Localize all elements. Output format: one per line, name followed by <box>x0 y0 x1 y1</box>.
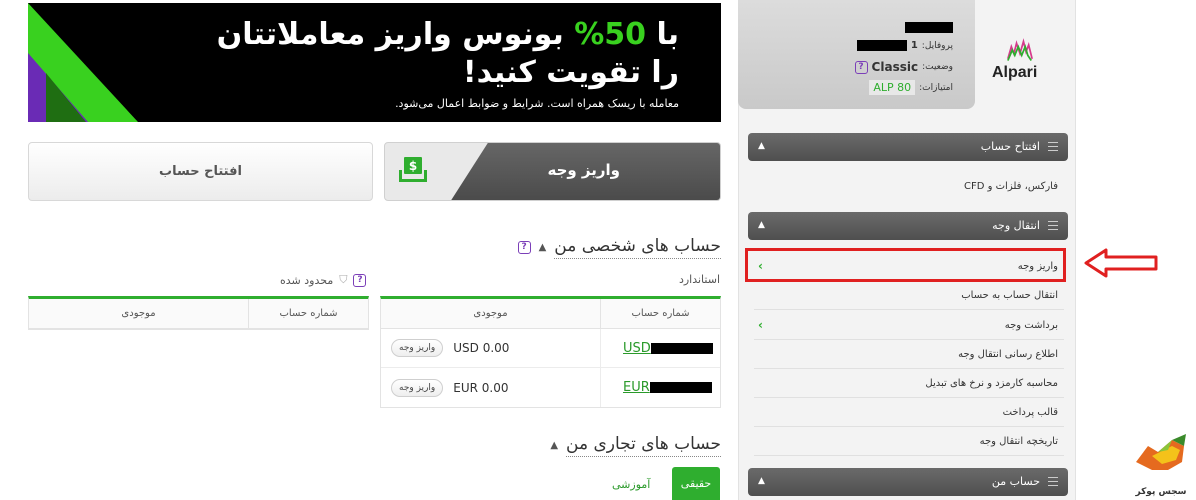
account-number-link[interactable]: EUR <box>623 380 712 395</box>
row-deposit-button[interactable]: واریز وجه <box>391 339 444 357</box>
menu-lines-icon <box>1048 221 1058 230</box>
profile-row: پروفایل: 1 <box>856 40 953 51</box>
alpari-logo-icon[interactable] <box>996 38 1044 64</box>
balance-value: EUR 0.00 <box>453 380 509 395</box>
sidebar-item-transfer-history[interactable]: تاریخچه انتقال وجه <box>754 427 1064 456</box>
watermark: سجس پوکر <box>1128 432 1194 500</box>
restricted-accounts-table: موجودی شماره حساب <box>28 296 369 330</box>
expand-arrow-icon: ▲ <box>758 220 765 230</box>
tab-real[interactable]: حقیقی <box>672 467 720 500</box>
account-number-link[interactable]: USD <box>623 341 713 356</box>
sidebar-item-payment-template[interactable]: قالب پرداخت <box>754 398 1064 427</box>
deposit-icon: $ <box>399 157 427 182</box>
header-balance: موجودی <box>29 299 249 328</box>
sidebar-item-withdraw[interactable]: برداشت وجه › <box>754 311 1064 340</box>
header-account-number: شماره حساب <box>279 308 338 319</box>
section-title: حساب های شخصی من <box>554 236 721 259</box>
table-row: واریز وجه EUR 0.00 EUR <box>381 368 720 407</box>
chevron-icon: › <box>758 318 763 332</box>
points-row: امتیازات: ALP 80 <box>869 80 953 95</box>
menu-lines-icon <box>1048 477 1058 486</box>
collapse-arrow-icon[interactable]: ▲ <box>539 242 547 253</box>
balance-value: USD 0.00 <box>453 341 510 355</box>
table-header: موجودی شماره حساب <box>29 299 368 329</box>
restricted-label: محدود شده <box>280 273 334 287</box>
sidebar-item-transfer-notice[interactable]: اطلاع رسانی انتقال وجه <box>754 340 1064 369</box>
row-deposit-button[interactable]: واریز وجه <box>391 378 444 397</box>
expand-arrow-icon: ▲ <box>758 141 765 151</box>
points-value[interactable]: ALP 80 <box>869 80 916 95</box>
status-row: وضعیت: Classic ? <box>854 60 953 74</box>
watermark-text: سجس پوکر <box>1135 487 1187 497</box>
banner-headline-line2: را تقویت کنید! <box>462 55 679 90</box>
standard-accounts-table: موجودی شماره حساب واریز وجه USD 0.00 USD… <box>380 296 721 408</box>
collapse-arrow-icon[interactable]: ▲ <box>550 440 558 451</box>
status-value: Classic <box>871 60 919 74</box>
promo-banner[interactable]: با 50% بونوس واریز معاملاتتان را تقویت ک… <box>28 3 721 122</box>
sidebar-section-open-account[interactable]: ▲ افتتاح حساب <box>748 133 1068 161</box>
profile-card: پروفایل: 1 وضعیت: Classic ? امتیازات: AL… <box>738 0 975 109</box>
standard-label: استاندارد <box>678 273 720 286</box>
sidebar-section-my-account[interactable]: ▲ حساب من <box>748 468 1068 496</box>
fox-logo-icon <box>1136 434 1186 470</box>
personal-accounts-heading[interactable]: حساب های شخصی من ▲ ? <box>517 236 721 259</box>
table-row: واریز وجه USD 0.00 USD <box>381 329 720 368</box>
help-icon[interactable]: ? <box>517 241 531 254</box>
open-account-button[interactable]: افتتاح حساب <box>28 142 373 201</box>
highlight-box <box>745 248 1066 282</box>
sidebar-item-forex[interactable]: فارکس، فلزات و CFD <box>754 181 1058 192</box>
logo-text[interactable]: Alpari <box>992 64 1037 82</box>
red-arrow-icon <box>1084 248 1158 278</box>
deposit-button-label: واریز وجه <box>547 161 620 179</box>
header-account-number: شماره حساب <box>631 308 690 319</box>
sidebar-item-account-transfer[interactable]: انتقال حساب به حساب <box>754 281 1064 310</box>
expand-arrow-icon: ▲ <box>758 476 765 486</box>
help-icon[interactable]: ? <box>854 60 868 74</box>
deposit-button[interactable]: $ واریز وجه <box>384 142 721 201</box>
sidebar-section-transfer[interactable]: ▲ انتقال وجه <box>748 212 1068 240</box>
table-header: موجودی شماره حساب <box>381 299 720 329</box>
banner-headline-line1: با 50% بونوس واریز معاملاتتان <box>216 17 679 52</box>
sidebar-item-fee-calculator[interactable]: محاسبه کارمزد و نرخ های تبدیل <box>754 369 1064 398</box>
menu-lines-icon <box>1048 142 1058 151</box>
tab-demo[interactable]: آموزشی <box>612 478 650 491</box>
section-title: حساب های تجاری من <box>566 434 721 457</box>
business-accounts-heading[interactable]: حساب های تجاری من ▲ <box>550 434 721 457</box>
shield-icon: ⛉ <box>339 273 348 286</box>
svg-text:$: $ <box>409 159 417 173</box>
header-balance: موجودی <box>381 299 601 328</box>
banner-shape-dark-green <box>46 73 86 122</box>
restricted-label-group: ? ⛉ محدود شده <box>280 273 367 287</box>
banner-disclaimer: معامله با ریسک همراه است. شرایط و ضوابط … <box>395 97 679 110</box>
redacted-name <box>905 22 953 33</box>
help-icon[interactable]: ? <box>353 273 367 287</box>
